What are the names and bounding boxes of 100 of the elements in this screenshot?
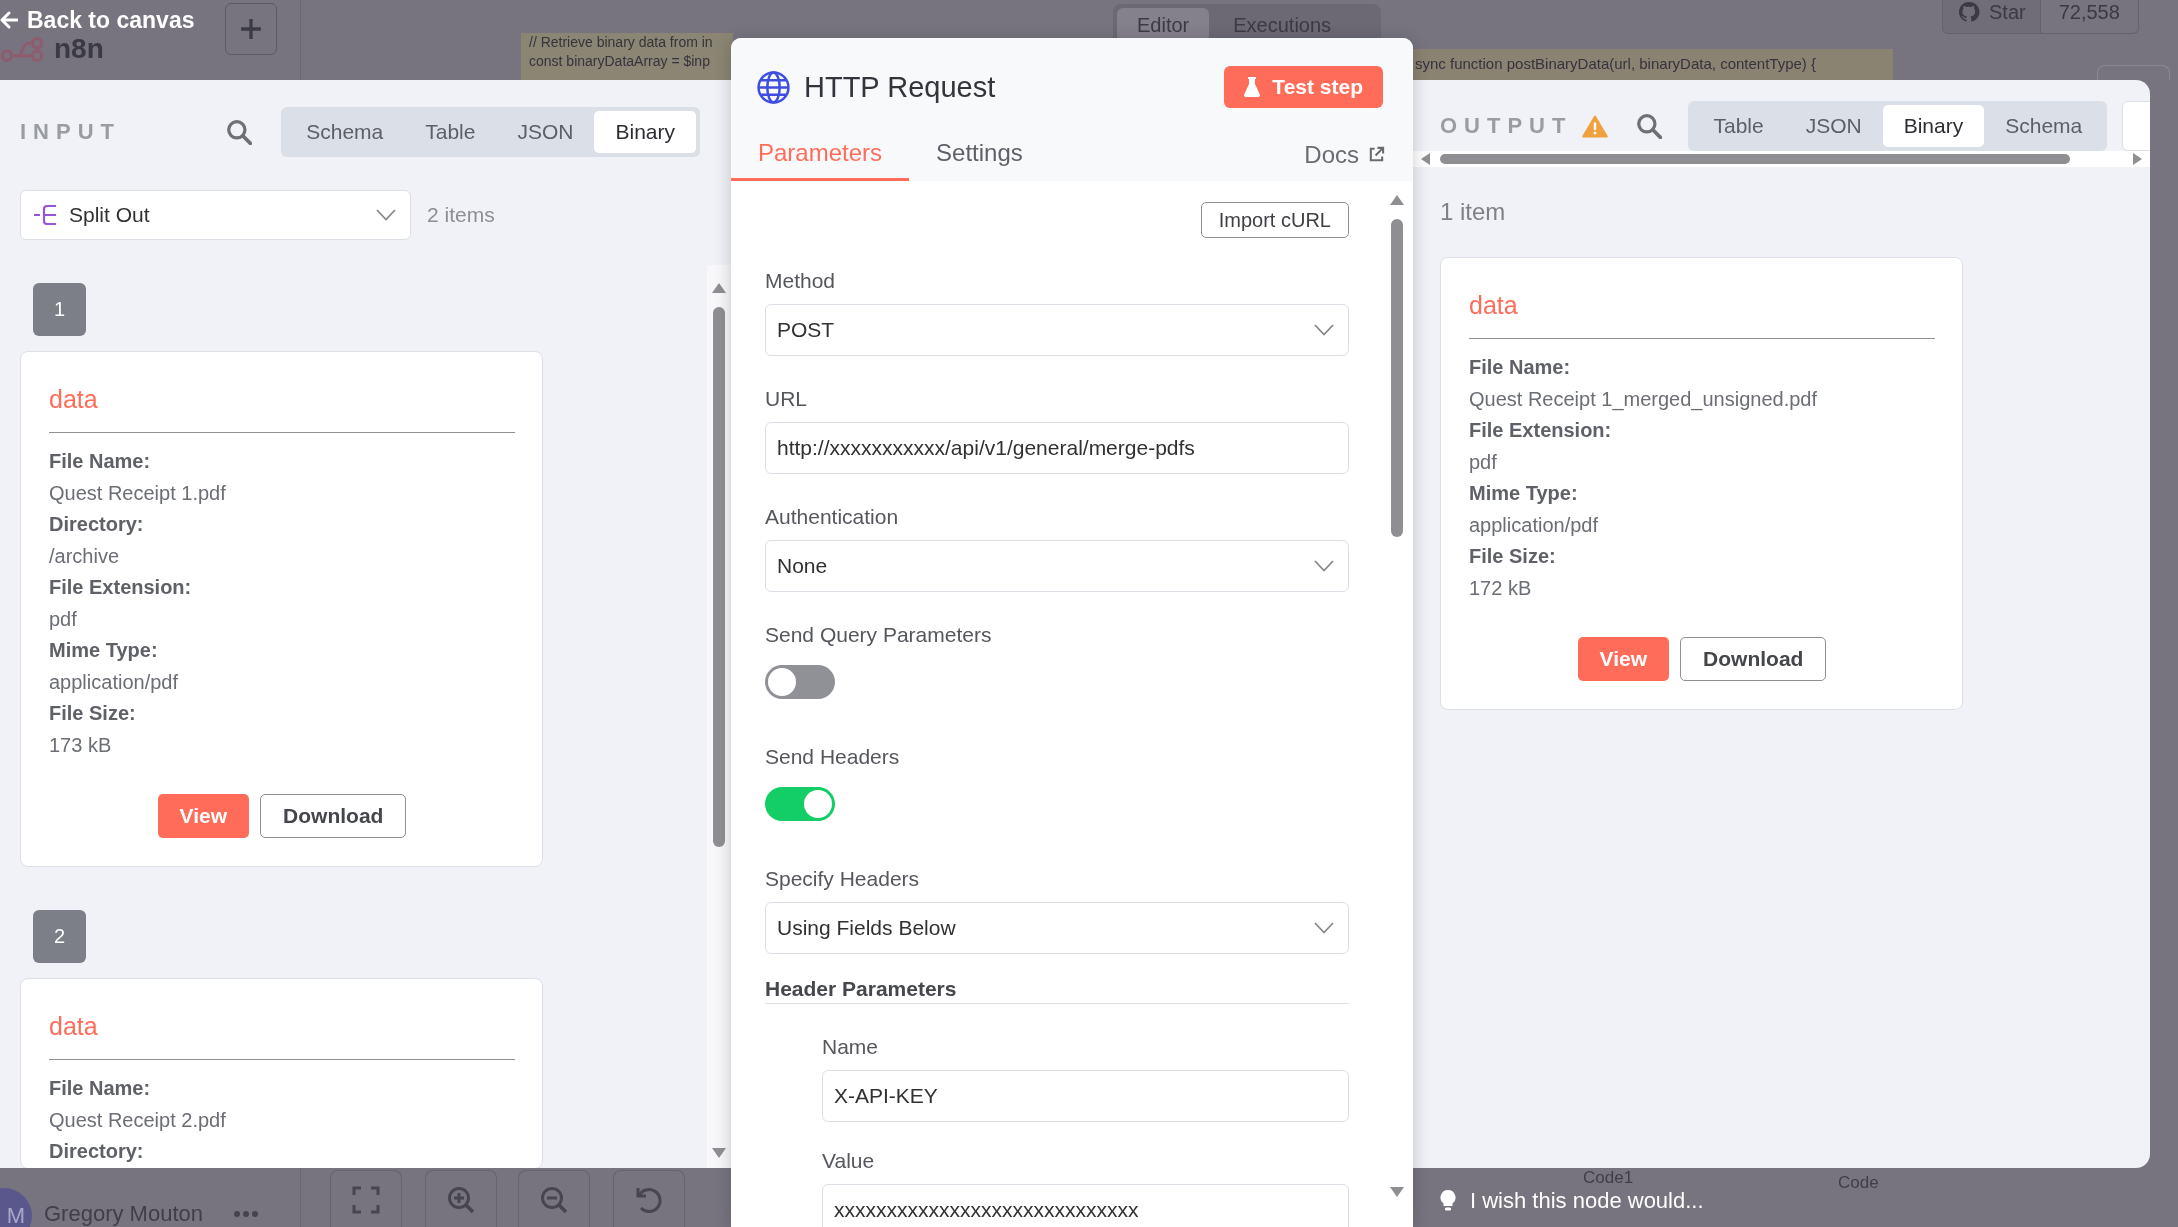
star-count[interactable]: 72,558 — [2040, 0, 2139, 34]
fit-view-button[interactable] — [330, 1170, 402, 1227]
plus-icon — [240, 18, 262, 40]
scrollbar-thumb[interactable] — [713, 307, 725, 847]
code-line: sync function postBinaryData(url, binaryData, contentType) { — [1415, 54, 1817, 73]
text-input[interactable]: X-API-KEY — [822, 1070, 1349, 1122]
field-value: Quest Receipt 1_merged_unsigned.pdf — [1469, 386, 1817, 413]
field-label: Method — [765, 268, 836, 294]
field-label: Name — [822, 1034, 879, 1060]
lightbulb-icon — [1440, 1190, 1456, 1212]
binary-property-name: data — [49, 384, 98, 415]
panel-tab[interactable]: Parameters — [731, 132, 910, 181]
view-tab[interactable]: Schema — [1984, 105, 2104, 147]
section-heading: Header Parameters — [765, 976, 957, 1002]
node-graph-logo-icon — [0, 35, 44, 63]
add-button[interactable] — [225, 3, 277, 55]
panel-title: OUTPUT — [1440, 113, 1573, 139]
feedback-link[interactable]: I wish this node would... — [1440, 1189, 1704, 1213]
field-label: Authentication — [765, 504, 899, 530]
node-title: HTTP Request — [804, 70, 996, 104]
view-tab[interactable]: JSON — [496, 111, 595, 153]
code-line: const binaryDataArray = $inp — [529, 52, 710, 71]
panel-title: INPUT — [20, 119, 121, 145]
field-label: Specify Headers — [765, 866, 920, 892]
field-label: File Name: — [1469, 355, 1571, 380]
view-tab[interactable]: Table — [1692, 105, 1785, 147]
import-curl-button[interactable]: Import cURL — [1200, 202, 1349, 238]
secondary-button[interactable]: Download — [260, 794, 407, 838]
field-label: Directory: — [49, 1139, 144, 1164]
field-value: pdf — [1469, 449, 1497, 475]
chevron-down-icon — [1314, 324, 1334, 336]
field-value: application/pdf — [1469, 512, 1598, 538]
zoom-in-button[interactable] — [425, 1170, 497, 1227]
user-avatar[interactable]: M — [0, 1188, 32, 1227]
flask-icon — [1244, 77, 1261, 97]
dropdown-field[interactable]: Using Fields Below — [765, 902, 1349, 954]
reset-zoom-button[interactable] — [613, 1170, 685, 1227]
cat-logo-icon — [1957, 0, 1981, 24]
external-link-icon — [1368, 146, 1385, 163]
arrow-left-icon — [0, 11, 18, 29]
view-tab[interactable]: Table — [404, 111, 497, 153]
scrollbar-thumb[interactable] — [1391, 219, 1403, 537]
back-link[interactable]: Back to canvas — [0, 6, 195, 34]
toggle-switch[interactable] — [765, 787, 835, 821]
chevron-down-icon — [376, 209, 396, 221]
scrollbar-thumb[interactable] — [1440, 154, 2070, 164]
scroll-down-icon[interactable] — [712, 1148, 726, 1158]
source-node-dropdown[interactable]: Split Out — [20, 190, 411, 240]
search-icon[interactable] — [226, 119, 253, 145]
field-label: File Size: — [1469, 544, 1556, 569]
view-tab[interactable]: Binary — [1882, 105, 1985, 147]
field-value: application/pdf — [49, 669, 178, 695]
user-name: Gregory Mouton — [44, 1201, 203, 1227]
field-label: Send Query Parameters — [765, 622, 992, 648]
scroll-down-icon[interactable] — [1390, 1187, 1404, 1197]
toggle-switch[interactable] — [765, 665, 835, 699]
item-number-badge: 2 — [33, 910, 86, 963]
more-icon[interactable] — [234, 1211, 258, 1217]
dropdown-field[interactable]: POST — [765, 304, 1349, 356]
view-tab[interactable]: Schema — [285, 111, 405, 153]
scroll-left-icon[interactable] — [1421, 153, 1430, 165]
field-label: URL — [765, 386, 807, 412]
search-icon[interactable] — [1636, 113, 1663, 139]
dropdown-field[interactable]: None — [765, 540, 1349, 592]
field-label: Mime Type: — [49, 638, 158, 663]
text-input[interactable]: http://xxxxxxxxxxx/api/v1/general/merge-pdfs — [765, 422, 1349, 474]
secondary-button[interactable]: Download — [1680, 637, 1827, 681]
globe-icon — [757, 70, 790, 104]
view-tab[interactable]: Binary — [594, 111, 696, 153]
field-label: Mime Type: — [1469, 481, 1578, 506]
zoom-out-button[interactable] — [518, 1170, 590, 1227]
zoom-out-icon — [540, 1186, 568, 1214]
panel-tab[interactable]: Settings — [909, 132, 1050, 181]
field-value: pdf — [49, 606, 77, 632]
item-number-badge: 1 — [33, 283, 86, 336]
field-value: 173 kB — [49, 732, 112, 758]
field-value: Quest Receipt 2.pdf — [49, 1107, 226, 1133]
binary-property-name: data — [49, 1011, 98, 1042]
item-count: 1 item — [1440, 197, 1506, 227]
scroll-up-icon[interactable] — [712, 283, 726, 293]
field-value: /archive — [49, 543, 120, 569]
undo-icon — [635, 1186, 663, 1214]
test-step-button[interactable]: Test step — [1224, 66, 1383, 108]
zoom-in-icon — [447, 1186, 475, 1214]
primary-button[interactable]: View — [157, 794, 250, 838]
text-input[interactable]: xxxxxxxxxxxxxxxxxxxxxxxxxxxxx — [822, 1184, 1349, 1227]
scroll-right-icon[interactable] — [2133, 153, 2142, 165]
field-label: Directory: — [49, 512, 144, 537]
logo-text: n8n — [54, 34, 104, 64]
field-label: Send Headers — [765, 744, 900, 770]
edge-button[interactable] — [2122, 101, 2150, 151]
field-label: Value — [822, 1148, 875, 1174]
docs-link[interactable]: Docs — [1304, 132, 1385, 181]
branch-icon — [33, 204, 57, 226]
field-value: 172 kB — [1469, 575, 1532, 601]
view-tab[interactable]: JSON — [1784, 105, 1883, 147]
primary-button[interactable]: View — [1577, 637, 1670, 681]
code-line: // Retrieve binary data from in — [529, 33, 713, 52]
scroll-up-icon[interactable] — [1390, 195, 1404, 205]
expand-icon — [352, 1186, 380, 1214]
